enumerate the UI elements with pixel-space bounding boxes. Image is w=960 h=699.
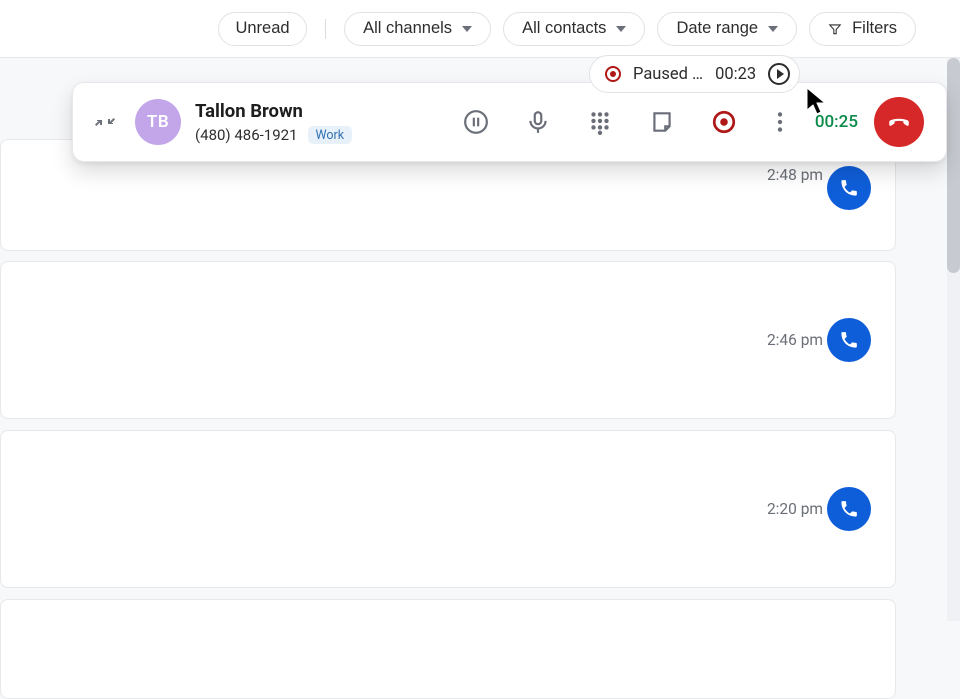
recording-status-pill: Paused … 00:23	[589, 55, 800, 93]
conversation-time: 2:46 pm	[767, 331, 823, 349]
contact-phone: (480) 486-1921	[195, 126, 298, 144]
pause-icon	[463, 109, 489, 135]
conversation-time: 2:20 pm	[767, 500, 823, 518]
record-button[interactable]	[711, 109, 737, 135]
recording-status-text: Paused …	[633, 65, 703, 84]
phone-icon	[839, 499, 859, 519]
contact-name: Tallon Brown	[195, 100, 352, 122]
call-button[interactable]	[827, 318, 871, 362]
avatar-initials: TB	[147, 112, 169, 132]
minimize-icon	[93, 110, 117, 134]
channels-filter-button[interactable]: All channels	[344, 12, 491, 46]
filters-label: Filters	[852, 19, 897, 38]
microphone-icon	[525, 109, 551, 135]
call-button[interactable]	[827, 166, 871, 210]
channels-label: All channels	[363, 19, 452, 38]
record-icon	[605, 66, 621, 82]
scrollbar-thumb[interactable]	[947, 58, 960, 273]
call-button[interactable]	[827, 487, 871, 531]
recording-time: 00:23	[715, 65, 756, 84]
filter-icon	[828, 22, 842, 36]
contacts-label: All contacts	[522, 19, 606, 38]
chevron-down-icon	[768, 26, 778, 32]
unread-filter-button[interactable]: Unread	[218, 12, 306, 46]
chevron-down-icon	[462, 26, 472, 32]
call-duration: 00:25	[815, 112, 858, 132]
dialpad-button[interactable]	[587, 109, 613, 135]
chevron-down-icon	[616, 26, 626, 32]
contact-info: Tallon Brown (480) 486-1921 Work	[195, 100, 352, 144]
note-button[interactable]	[649, 109, 675, 135]
more-button[interactable]	[773, 109, 787, 135]
filter-divider	[325, 19, 327, 39]
conversation-time: 2:48 pm	[767, 166, 823, 184]
pause-button[interactable]	[463, 109, 489, 135]
call-actions	[463, 109, 787, 135]
play-recording-button[interactable]	[768, 63, 790, 85]
phone-icon	[839, 330, 859, 350]
mute-button[interactable]	[525, 109, 551, 135]
conversation-card[interactable]: 2:20 pm	[0, 430, 896, 588]
conversation-card[interactable]: 2:46 pm	[0, 261, 896, 419]
filter-bar: Unread All channels All contacts Date ra…	[0, 0, 960, 58]
hangup-icon	[886, 109, 912, 135]
kebab-icon	[773, 109, 787, 135]
phone-label-chip: Work	[308, 126, 353, 144]
phone-icon	[839, 178, 859, 198]
dialpad-icon	[587, 109, 613, 135]
daterange-filter-button[interactable]: Date range	[657, 12, 797, 46]
note-icon	[649, 109, 675, 135]
active-call-panel: TB Tallon Brown (480) 486-1921 Work	[72, 82, 947, 162]
unread-label: Unread	[235, 19, 289, 38]
daterange-label: Date range	[676, 19, 758, 38]
avatar: TB	[135, 99, 181, 145]
record-icon	[711, 109, 737, 135]
hangup-button[interactable]	[874, 97, 924, 147]
filters-button[interactable]: Filters	[809, 12, 916, 46]
contacts-filter-button[interactable]: All contacts	[503, 12, 645, 46]
collapse-button[interactable]	[93, 110, 117, 134]
conversation-card[interactable]	[0, 599, 896, 699]
